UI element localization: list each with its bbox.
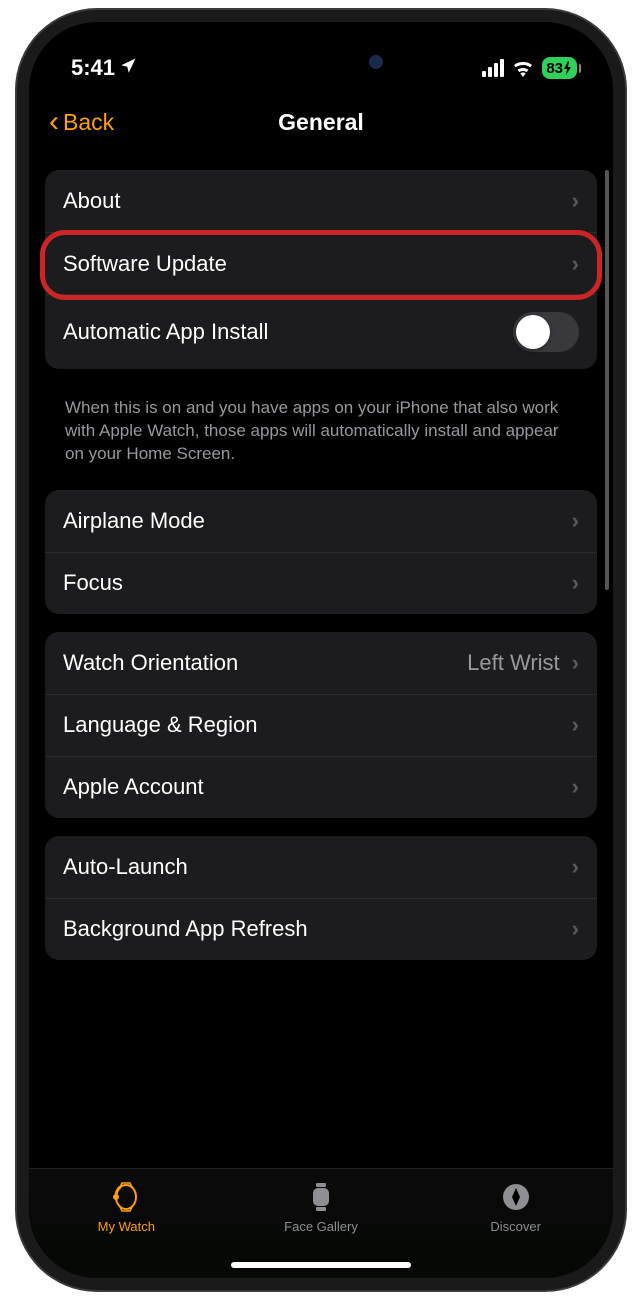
label-orientation: Watch Orientation [63,650,238,676]
camera-dot [369,55,383,69]
battery-level: 83 [546,60,563,77]
chevron-right-icon: › [572,570,579,596]
phone-frame: 5:41 83 ‹ Back Genera [17,10,625,1290]
location-icon [119,55,137,81]
label-auto-install: Automatic App Install [63,319,268,345]
row-about[interactable]: About › [45,170,597,232]
tab-label-gallery: Face Gallery [284,1219,358,1234]
home-indicator[interactable] [231,1262,411,1268]
gallery-icon [303,1179,339,1215]
wifi-icon [512,59,534,77]
page-title: General [278,109,364,136]
label-about: About [63,188,121,214]
chevron-left-icon: ‹ [49,105,59,139]
label-focus: Focus [63,570,123,596]
toggle-auto-install[interactable] [513,312,579,352]
chevron-right-icon: › [572,774,579,800]
tab-label-discover: Discover [490,1219,541,1234]
chevron-right-icon: › [572,916,579,942]
status-time: 5:41 [71,55,137,81]
back-label: Back [63,109,114,136]
group-modes: Airplane Mode › Focus › [45,490,597,614]
row-orientation[interactable]: Watch Orientation Left Wrist › [45,632,597,694]
label-airplane: Airplane Mode [63,508,205,534]
watch-icon [108,1179,144,1215]
toggle-knob [516,315,550,349]
tab-my-watch[interactable]: My Watch [29,1179,224,1278]
status-right: 83 [482,57,581,79]
label-bg-refresh: Background App Refresh [63,916,308,942]
group-about: About › Software Update › Automatic App … [45,170,597,369]
label-account: Apple Account [63,774,204,800]
row-auto-launch[interactable]: Auto-Launch › [45,836,597,898]
group-apps: Auto-Launch › Background App Refresh › [45,836,597,960]
chevron-right-icon: › [572,251,579,277]
nav-bar: ‹ Back General [29,92,613,152]
cellular-icon [482,59,504,77]
chevron-right-icon: › [572,508,579,534]
row-focus[interactable]: Focus › [45,552,597,614]
footer-auto-install: When this is on and you have apps on you… [45,387,597,490]
value-orientation: Left Wrist [467,650,560,676]
tab-label-watch: My Watch [98,1219,155,1234]
row-airplane[interactable]: Airplane Mode › [45,490,597,552]
compass-icon [498,1179,534,1215]
battery-icon: 83 [542,57,577,79]
tab-discover[interactable]: Discover [418,1179,613,1278]
group-settings: Watch Orientation Left Wrist › Language … [45,632,597,818]
scroll-indicator[interactable] [605,170,609,590]
chevron-right-icon: › [572,650,579,676]
label-software-update: Software Update [63,251,227,277]
dynamic-island [241,40,401,84]
row-auto-install[interactable]: Automatic App Install [45,294,597,369]
chevron-right-icon: › [572,188,579,214]
row-account[interactable]: Apple Account › [45,756,597,818]
back-button[interactable]: ‹ Back [49,105,114,139]
content[interactable]: About › Software Update › Automatic App … [29,152,613,1172]
row-software-update[interactable]: Software Update › [45,232,597,294]
row-language[interactable]: Language & Region › [45,694,597,756]
chevron-right-icon: › [572,712,579,738]
chevron-right-icon: › [572,854,579,880]
time-text: 5:41 [71,55,115,81]
label-auto-launch: Auto-Launch [63,854,188,880]
label-language: Language & Region [63,712,258,738]
row-bg-refresh[interactable]: Background App Refresh › [45,898,597,960]
